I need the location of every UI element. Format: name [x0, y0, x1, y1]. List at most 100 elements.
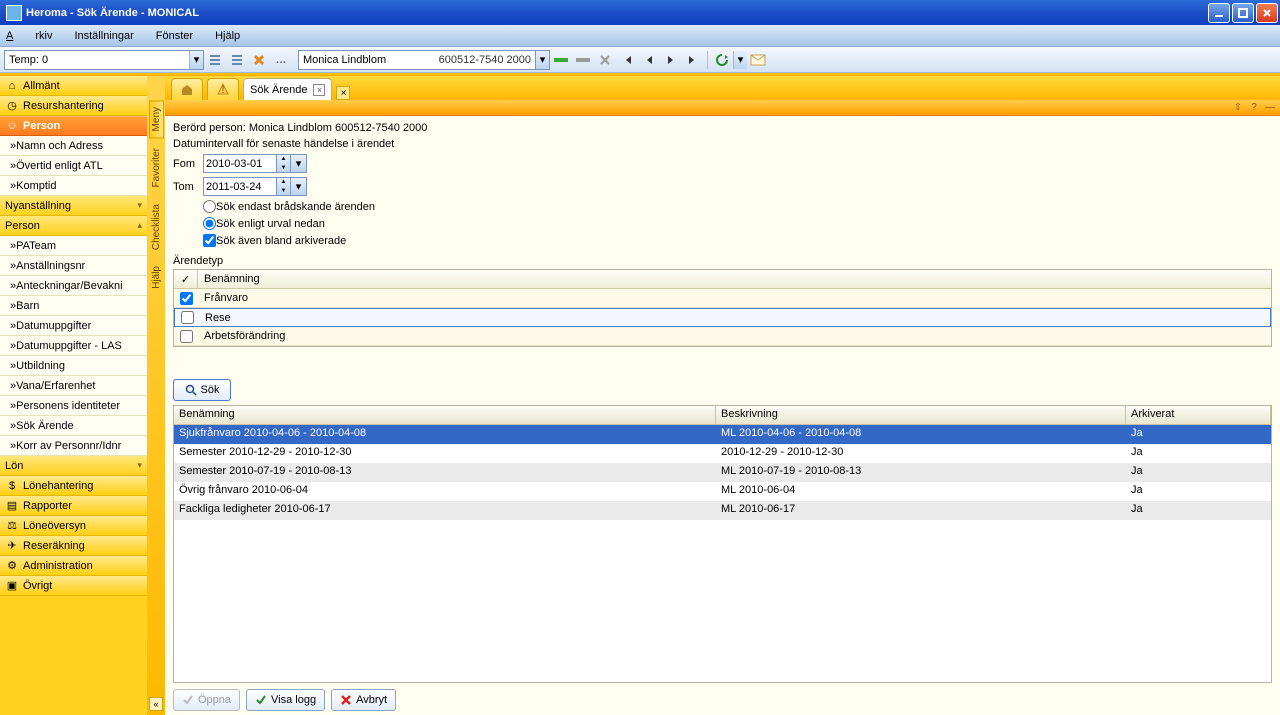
- sidebar-resurshantering[interactable]: ◷Resurshantering: [0, 96, 147, 116]
- check-all-icon[interactable]: ✓: [174, 270, 198, 288]
- nav-first-icon[interactable]: [617, 50, 637, 70]
- sidebar-pateam[interactable]: » PATeam: [0, 236, 147, 256]
- checkbox-arkiverade[interactable]: [203, 234, 216, 247]
- alert-tab[interactable]: !: [207, 78, 239, 100]
- sidebar-komptid[interactable]: » Komptid: [0, 176, 147, 196]
- x-gray-icon[interactable]: [595, 50, 615, 70]
- vtab-meny[interactable]: Meny: [149, 100, 164, 138]
- ellipsis-icon[interactable]: …: [271, 50, 291, 70]
- fom-input[interactable]: [203, 154, 277, 173]
- result-row[interactable]: Sjukfrånvaro 2010-04-06 - 2010-04-08ML 2…: [174, 425, 1271, 444]
- sidebar-reserakning[interactable]: ✈Reseräkning: [0, 536, 147, 556]
- minimize-panel-icon[interactable]: —: [1264, 102, 1276, 114]
- result-row[interactable]: Övrig frånvaro 2010-06-04ML 2010-06-04Ja: [174, 482, 1271, 501]
- type-checkbox[interactable]: [181, 311, 194, 324]
- arendetyp-row[interactable]: Frånvaro: [174, 289, 1271, 308]
- result-row[interactable]: Fackliga ledigheter 2010-06-17ML 2010-06…: [174, 501, 1271, 520]
- list-icon-1[interactable]: [205, 50, 225, 70]
- radio-bradskande[interactable]: [203, 200, 216, 213]
- open-button[interactable]: Öppna: [173, 689, 240, 711]
- cell-benamning: Sjukfrånvaro 2010-04-06 - 2010-04-08: [174, 425, 716, 444]
- temp-dropdown-arrow[interactable]: ▾: [189, 51, 203, 69]
- close-button[interactable]: [1256, 3, 1278, 23]
- tom-dropdown[interactable]: ▾: [291, 177, 307, 196]
- sidebar-korr[interactable]: » Korr av Personnr/Idnr: [0, 436, 147, 456]
- tom-spinner[interactable]: ▲▼: [277, 177, 291, 196]
- menu-arkiv[interactable]: Arkiv: [6, 30, 52, 42]
- sidebar-loneoversyn[interactable]: ⚖Löneöversyn: [0, 516, 147, 536]
- col-benamning[interactable]: Benämning: [174, 406, 716, 424]
- arendetyp-col-benamning[interactable]: Benämning: [198, 273, 260, 285]
- result-row[interactable]: Semester 2010-07-19 - 2010-08-13ML 2010-…: [174, 463, 1271, 482]
- sidebar-rapporter[interactable]: ▤Rapporter: [0, 496, 147, 516]
- svg-text:!: !: [221, 84, 224, 96]
- sidebar-utbildning[interactable]: » Utbildning: [0, 356, 147, 376]
- person-name: Monica Lindblom: [303, 54, 439, 66]
- tom-input[interactable]: [203, 177, 277, 196]
- maximize-button[interactable]: [1232, 3, 1254, 23]
- fom-label: Fom: [173, 158, 203, 170]
- type-checkbox[interactable]: [180, 292, 193, 305]
- sidebar-datumuppgifter-las[interactable]: » Datumuppgifter - LAS: [0, 336, 147, 356]
- vtab-hjalp[interactable]: Hjälp: [150, 260, 163, 295]
- list-icon-2[interactable]: [227, 50, 247, 70]
- sidebar-lonehantering[interactable]: $Lönehantering: [0, 476, 147, 496]
- pin-icon[interactable]: ⇧: [1232, 102, 1244, 114]
- col-arkiverat[interactable]: Arkiverat: [1126, 406, 1271, 424]
- vtab-checklista[interactable]: Checklista: [150, 198, 163, 256]
- refresh-dropdown[interactable]: ▾: [733, 51, 747, 69]
- nav-next-icon[interactable]: [661, 50, 681, 70]
- sidebar-nyanstallning[interactable]: Nyanställning▾: [0, 196, 147, 216]
- nav-last-icon[interactable]: [683, 50, 703, 70]
- sidebar-namn-adress[interactable]: » Namn och Adress: [0, 136, 147, 156]
- sidebar-sok-arende[interactable]: » Sök Ärende: [0, 416, 147, 436]
- delete-icon[interactable]: [249, 50, 269, 70]
- sidebar-administration[interactable]: ⚙Administration: [0, 556, 147, 576]
- play-green-icon[interactable]: [551, 50, 571, 70]
- person-combo[interactable]: Monica Lindblom 600512-7540 2000: [298, 50, 536, 70]
- refresh-icon[interactable]: [712, 50, 732, 70]
- sidebar-collapse-button[interactable]: «: [149, 697, 163, 711]
- sidebar-personens-id[interactable]: » Personens identiteter: [0, 396, 147, 416]
- menu-fonster[interactable]: Fönster: [156, 30, 193, 42]
- sidebar-anteckningar[interactable]: » Anteckningar/Bevakni: [0, 276, 147, 296]
- sidebar-overtid[interactable]: » Övertid enligt ATL: [0, 156, 147, 176]
- temp-combo[interactable]: ▾: [4, 50, 204, 70]
- cancel-button[interactable]: Avbryt: [331, 689, 396, 711]
- sidebar-barn[interactable]: » Barn: [0, 296, 147, 316]
- sidebar-vana[interactable]: » Vana/Erfarenhet: [0, 376, 147, 396]
- arendetyp-row[interactable]: Arbetsförändring: [174, 327, 1271, 346]
- fom-spinner[interactable]: ▲▼: [277, 154, 291, 173]
- radio-urval[interactable]: [203, 217, 216, 230]
- home-tab[interactable]: [171, 78, 203, 100]
- sidebar-lon[interactable]: Lön▾: [0, 456, 147, 476]
- sidebar-allmant[interactable]: ⌂Allmänt: [0, 76, 147, 96]
- col-beskrivning[interactable]: Beskrivning: [716, 406, 1126, 424]
- tab-sok-arende[interactable]: Sök Ärende ×: [243, 78, 332, 100]
- sidebar-datumuppgifter[interactable]: » Datumuppgifter: [0, 316, 147, 336]
- mail-icon[interactable]: [748, 50, 768, 70]
- arendetyp-row[interactable]: Rese: [174, 308, 1271, 327]
- type-name: Rese: [199, 312, 231, 324]
- nav-prev-icon[interactable]: [639, 50, 659, 70]
- menu-hjalp[interactable]: Hjälp: [215, 30, 240, 42]
- help-icon[interactable]: ?: [1248, 102, 1260, 114]
- minimize-button[interactable]: [1208, 3, 1230, 23]
- sidebar-person[interactable]: ☺Person: [0, 116, 147, 136]
- dash-gray-icon[interactable]: [573, 50, 593, 70]
- sidebar-ovrigt[interactable]: ▣Övrigt: [0, 576, 147, 596]
- show-log-button[interactable]: Visa logg: [246, 689, 325, 711]
- fom-dropdown[interactable]: ▾: [291, 154, 307, 173]
- temp-input[interactable]: [5, 54, 189, 66]
- sidebar-person-cat[interactable]: Person▴: [0, 216, 147, 236]
- type-checkbox[interactable]: [180, 330, 193, 343]
- search-button[interactable]: Sök: [173, 379, 231, 401]
- tab-close-icon[interactable]: ×: [313, 84, 325, 96]
- sidebar-anstallningsnr[interactable]: » Anställningsnr: [0, 256, 147, 276]
- result-row[interactable]: Semester 2010-12-29 - 2010-12-302010-12-…: [174, 444, 1271, 463]
- tab-close-all[interactable]: ×: [336, 86, 350, 100]
- person-dropdown-arrow[interactable]: ▾: [536, 50, 550, 70]
- plane-icon: ✈: [5, 539, 19, 553]
- menu-installningar[interactable]: Inställningar: [74, 30, 133, 42]
- vtab-favoriter[interactable]: Favoriter: [150, 142, 163, 193]
